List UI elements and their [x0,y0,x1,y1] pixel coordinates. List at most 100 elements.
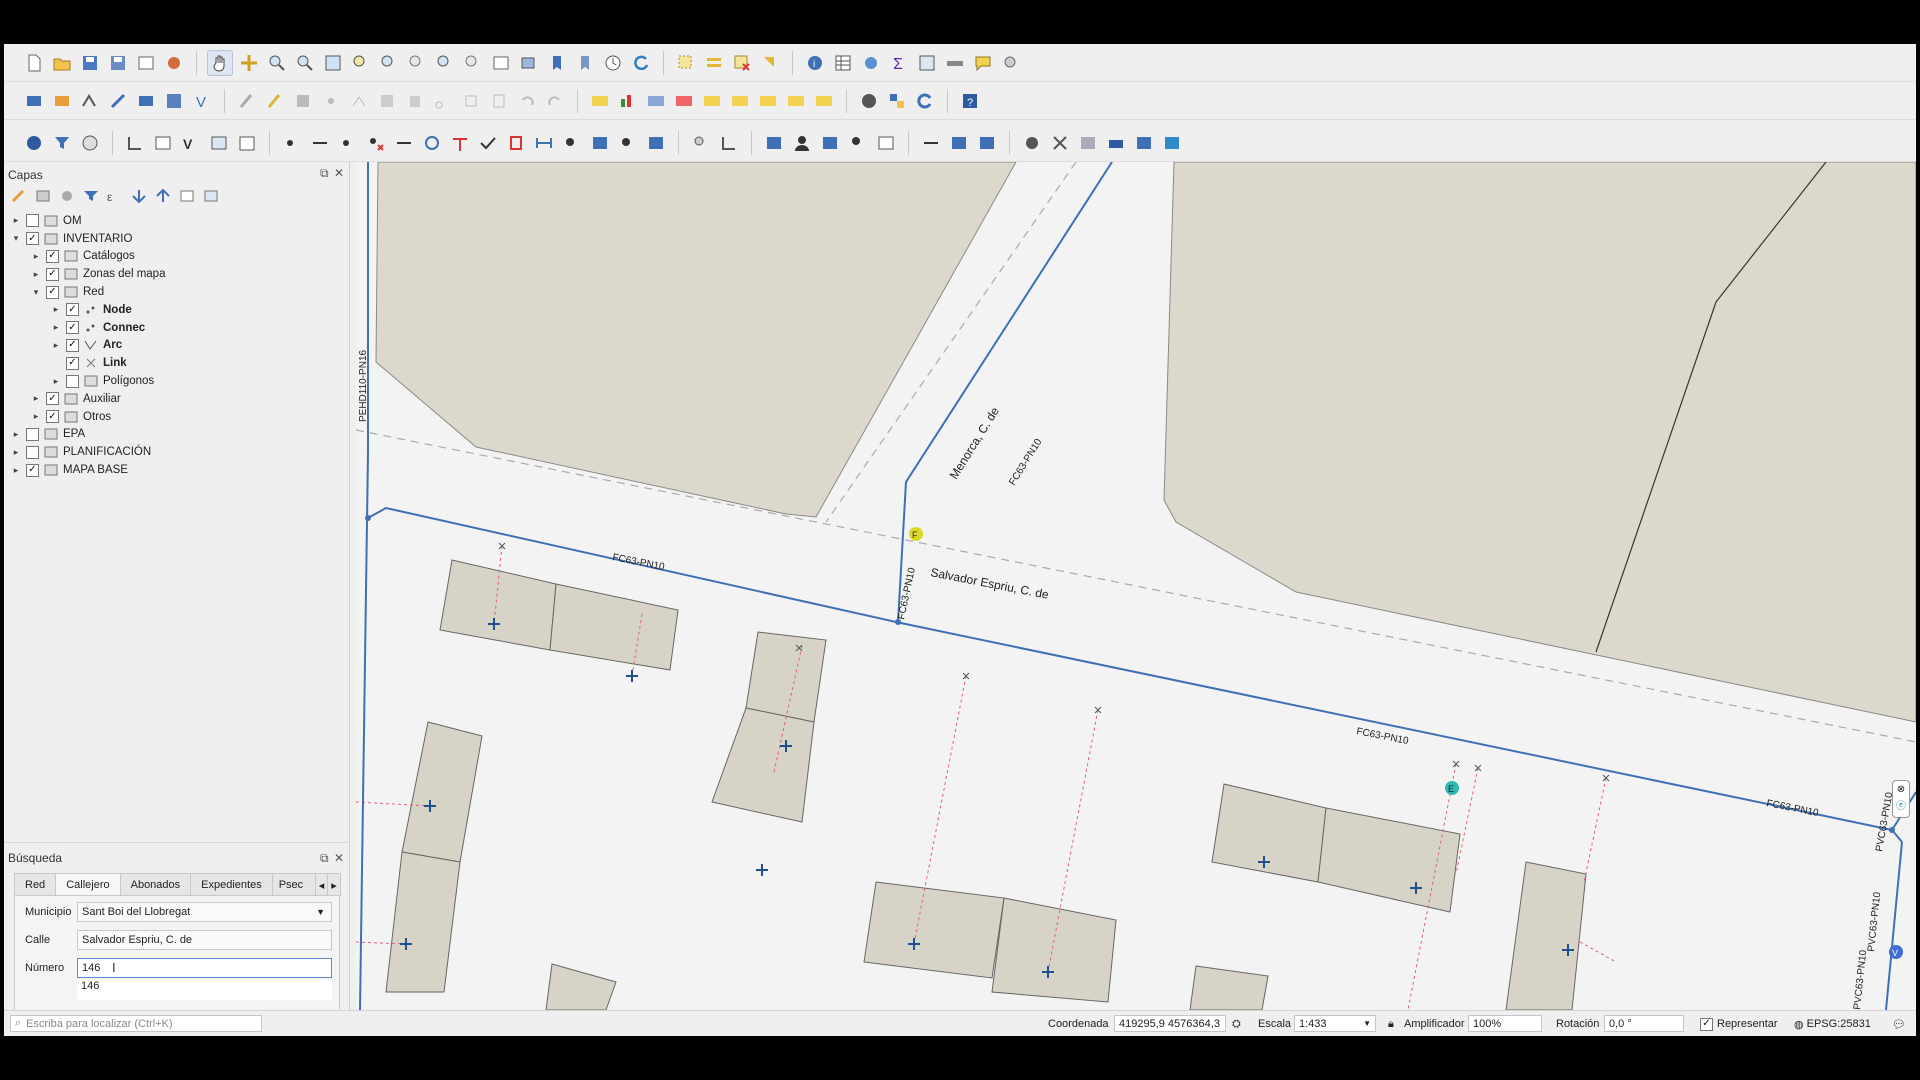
layer-checkbox[interactable] [26,445,39,459]
print-layout-icon[interactable] [134,51,158,75]
select-by-value-icon[interactable] [702,51,726,75]
filter-icon[interactable] [50,131,74,155]
add-mesh-icon[interactable] [134,89,158,113]
refresh-icon[interactable] [629,51,653,75]
collapse-arrow-icon[interactable]: ▾ [30,287,42,298]
add-vector-icon[interactable] [78,89,102,113]
visit-icon[interactable] [207,131,231,155]
psector-icon[interactable] [919,131,943,155]
copy-features-icon[interactable] [459,89,483,113]
render-checkbox[interactable]: ✓ [1700,1017,1713,1031]
expand-arrow-icon[interactable]: ▸ [50,376,62,387]
tab-scroll-right-icon[interactable]: ▸ [327,873,341,896]
measure-icon[interactable] [943,51,967,75]
cad-tool-icon[interactable] [975,131,999,155]
layer-checkbox[interactable]: ✓ [26,232,39,246]
zoom-selection-icon[interactable] [349,51,373,75]
remove-layer-icon[interactable] [178,188,196,204]
selector-icon[interactable] [689,131,713,155]
rotate-icon[interactable] [420,131,444,155]
open-project-icon[interactable] [50,51,74,75]
save-edits-icon[interactable] [291,89,315,113]
processing-toolbox-icon[interactable] [859,51,883,75]
layer-group-red[interactable]: ▾ ✓ Red [10,283,346,301]
current-edits-icon[interactable] [235,89,259,113]
map-canvas[interactable]: F E V Menorca, C. de Salvador Espriu, C.… [356,162,1916,1010]
info-overlay-icon[interactable]: ⓔ [1893,798,1909,815]
tab-expedientes[interactable]: Expedientes [190,873,273,896]
layer-checkbox[interactable] [26,214,39,228]
table-icon[interactable] [151,131,175,155]
municipio-select[interactable]: Sant Boi del Llobregat ▼ [77,902,332,922]
globe-plugin-icon[interactable] [857,89,881,113]
manage-themes-icon[interactable] [58,188,76,204]
new-project-icon[interactable] [22,51,46,75]
cut-features-icon[interactable] [431,89,455,113]
collapse-all-icon[interactable] [154,188,172,204]
expand-arrow-icon[interactable]: ▸ [50,322,62,333]
expand-all-icon[interactable] [130,188,148,204]
layer-manager-icon[interactable] [1132,131,1156,155]
layer-group-planificacion[interactable]: ▸ PLANIFICACIÓN [10,443,346,461]
delete-selected-icon[interactable] [403,89,427,113]
render-toggle[interactable]: ✓ Representar [1700,1015,1778,1033]
zoom-native-icon[interactable] [405,51,429,75]
coordinate-field[interactable]: 419295,9 4576364,3 [1114,1015,1226,1032]
label-properties-icon[interactable] [812,89,836,113]
delete-feature-icon[interactable] [504,131,528,155]
expand-arrow-icon[interactable]: ▸ [30,393,42,404]
expand-arrow-icon[interactable]: ▸ [30,269,42,280]
undo-icon[interactable] [515,89,539,113]
search-tool-icon[interactable] [78,131,102,155]
scale-field[interactable]: 1:433 ▼ [1294,1015,1376,1032]
layer-group-catalogos[interactable]: ▸ ✓ Catálogos [10,248,346,266]
add-element-icon[interactable] [560,131,584,155]
valve-icon[interactable]: V [179,131,203,155]
label-pin-icon[interactable] [784,89,808,113]
expand-arrow-icon[interactable]: ▸ [30,251,42,262]
expand-arrow-icon[interactable]: ▸ [10,429,22,440]
expand-arrow-icon[interactable]: ▸ [50,304,62,315]
mincut-manager-icon[interactable] [818,131,842,155]
temporal-controller-icon[interactable] [601,51,625,75]
crs-button[interactable]: ◍ EPSG:25831 [1794,1015,1871,1033]
python-console-icon[interactable] [885,89,909,113]
locator-bar[interactable]: ⌕ Escriba para localizar (Ctrl+K) [10,1015,262,1032]
deselect-icon[interactable] [730,51,754,75]
tab-scroll-left-icon[interactable]: ◂ [314,873,329,896]
lock-scale-icon[interactable]: 🔒︎ [1388,1015,1394,1033]
new-3d-view-icon[interactable] [517,51,541,75]
add-layer-icon[interactable] [50,89,74,113]
field-calculator-icon[interactable] [915,51,939,75]
redo-icon[interactable] [543,89,567,113]
add-virtual-layer-icon[interactable]: V [190,89,214,113]
show-bookmarks-icon[interactable] [573,51,597,75]
zoom-scale-icon[interactable] [999,51,1023,75]
expand-arrow-icon[interactable]: ▸ [50,340,62,351]
giswater-main-icon[interactable] [22,131,46,155]
label-move-icon[interactable] [700,89,724,113]
expand-arrow-icon[interactable]: ▸ [10,215,22,226]
expand-arrow-icon[interactable]: ▸ [10,465,22,476]
node-f[interactable]: F [909,527,923,541]
add-wms-icon[interactable] [162,89,186,113]
layer-arc[interactable]: ▸ ✓ Arc [10,337,346,355]
map-tips-icon[interactable] [971,51,995,75]
tab-psec[interactable]: Psec [271,873,316,896]
attribute-table-icon[interactable] [831,51,855,75]
layer-checkbox[interactable]: ✓ [46,249,59,263]
flow-trace-icon[interactable] [476,131,500,155]
insert-arc-icon[interactable] [308,131,332,155]
psector-manager-icon[interactable] [947,131,971,155]
tab-red[interactable]: Red [14,873,57,896]
save-as-icon[interactable] [106,51,130,75]
add-raster-icon[interactable] [106,89,130,113]
open-layer-styling-icon[interactable] [10,188,28,204]
tab-callejero[interactable]: Callejero [55,873,121,896]
label-change-icon[interactable] [756,89,780,113]
layer-connec[interactable]: ▸ ✓ Connec [10,319,346,337]
layer-checkbox[interactable]: ✓ [26,463,39,477]
insert-connec-icon[interactable] [336,131,360,155]
diagram-icon[interactable] [616,89,640,113]
messages-icon[interactable]: 💬︎ [1892,1015,1906,1033]
